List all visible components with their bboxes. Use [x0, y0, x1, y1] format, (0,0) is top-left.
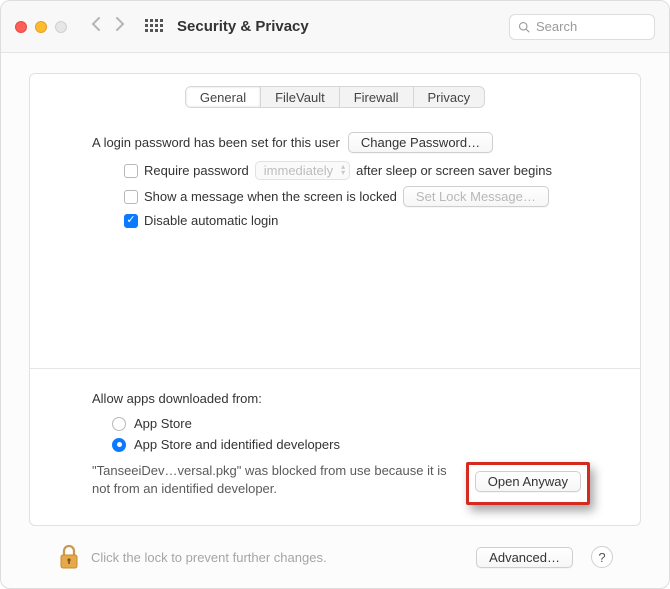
login-password-text: A login password has been set for this u… [92, 135, 340, 150]
preferences-window: Security & Privacy Search General FileVa… [0, 0, 670, 589]
allow-apps-identified-label: App Store and identified developers [134, 437, 340, 452]
require-password-delay-select[interactable]: immediately ▴▾ [255, 161, 350, 180]
tab-privacy[interactable]: Privacy [414, 87, 485, 107]
nav-arrows [91, 17, 125, 36]
open-anyway-highlight: Open Anyway [466, 462, 590, 505]
require-password-label-pre: Require password [144, 163, 249, 178]
window-title: Security & Privacy [177, 18, 309, 35]
set-lock-message-button[interactable]: Set Lock Message… [403, 186, 549, 207]
require-password-checkbox[interactable] [124, 164, 138, 178]
disable-auto-login-row: Disable automatic login [124, 213, 590, 228]
disable-auto-login-label: Disable automatic login [144, 213, 278, 228]
search-field[interactable]: Search [509, 14, 655, 40]
lock-icon[interactable] [57, 543, 81, 571]
allow-apps-header: Allow apps downloaded from: [92, 391, 590, 406]
tab-firewall[interactable]: Firewall [340, 87, 414, 107]
back-button[interactable] [91, 17, 101, 36]
chevron-updown-icon: ▴▾ [341, 164, 345, 176]
show-message-row: Show a message when the screen is locked… [124, 186, 590, 207]
show-message-checkbox[interactable] [124, 190, 138, 204]
change-password-button[interactable]: Change Password… [348, 132, 493, 153]
titlebar: Security & Privacy Search [1, 1, 669, 53]
forward-button[interactable] [115, 17, 125, 36]
require-password-label-post: after sleep or screen saver begins [356, 163, 552, 178]
lock-hint-text: Click the lock to prevent further change… [91, 550, 466, 565]
search-placeholder: Search [536, 19, 577, 34]
zoom-window-button[interactable] [55, 21, 67, 33]
search-icon [518, 21, 530, 33]
blocked-app-text: "TanseeiDev…versal.pkg" was blocked from… [92, 462, 454, 497]
advanced-button[interactable]: Advanced… [476, 547, 573, 568]
allow-apps-appstore-radio[interactable] [112, 417, 126, 431]
allow-apps-identified-radio[interactable] [112, 438, 126, 452]
tab-general[interactable]: General [186, 87, 261, 107]
tab-bar: General FileVault Firewall Privacy [185, 86, 485, 108]
open-anyway-button[interactable]: Open Anyway [475, 471, 581, 492]
show-all-button[interactable] [145, 19, 161, 35]
traffic-lights [15, 21, 67, 33]
help-button[interactable]: ? [591, 546, 613, 568]
footer: Click the lock to prevent further change… [29, 526, 641, 588]
disable-auto-login-checkbox[interactable] [124, 214, 138, 228]
require-password-row: Require password immediately ▴▾ after sl… [124, 161, 590, 180]
tab-filevault[interactable]: FileVault [261, 87, 340, 107]
show-message-label: Show a message when the screen is locked [144, 189, 397, 204]
close-window-button[interactable] [15, 21, 27, 33]
content-area: General FileVault Firewall Privacy A log… [1, 53, 669, 588]
allow-apps-section: Allow apps downloaded from: App Store Ap… [30, 369, 640, 525]
main-panel: General FileVault Firewall Privacy A log… [29, 73, 641, 526]
allow-apps-appstore-label: App Store [134, 416, 192, 431]
minimize-window-button[interactable] [35, 21, 47, 33]
login-section: A login password has been set for this u… [30, 108, 640, 254]
